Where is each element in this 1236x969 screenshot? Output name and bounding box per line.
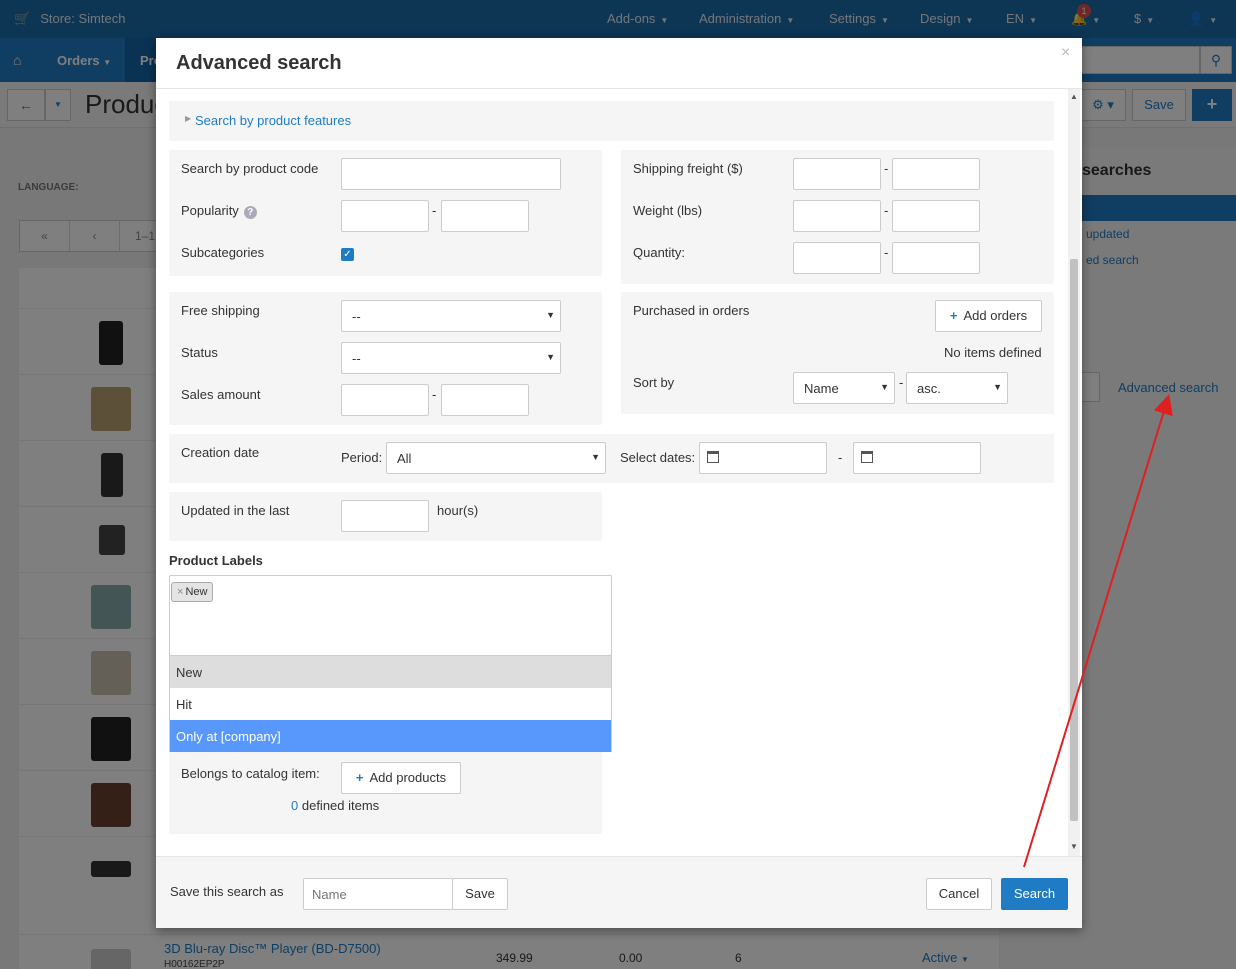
hours-label: hour(s) [437,503,479,518]
add-orders-button[interactable]: + Add orders [935,300,1042,332]
purchased-label: Purchased in orders [633,303,750,318]
modal-title: Advanced search [176,52,342,74]
quantity-label: Quantity: [633,245,686,260]
period-label: Period: [341,450,383,465]
quantity-to-input[interactable] [892,242,980,274]
search-button[interactable]: Search [1001,878,1068,910]
shipping-freight-to-input[interactable] [892,158,980,190]
dropdown-option-only-at-company[interactable]: Only at [company] [170,720,611,752]
weight-from-input[interactable] [793,200,881,232]
remove-tag-icon[interactable]: × [177,586,183,598]
range-dash: - [884,245,889,260]
range-dash: - [838,450,843,465]
plus-icon: + [355,770,364,785]
chevron-down-icon: ▼ [546,310,555,320]
help-icon[interactable]: ? [243,206,257,219]
range-dash: - [884,161,889,176]
modal-footer: Save this search as Save Cancel Search [156,856,1082,928]
weight-to-input[interactable] [892,200,980,232]
product-code-input[interactable] [341,158,561,190]
search-name-input[interactable] [303,878,453,910]
caret-right-icon: ▶ [185,114,192,123]
select-dates-label: Select dates: [620,450,696,465]
shipping-freight-from-input[interactable] [793,158,881,190]
sort-by-label: Sort by [633,375,675,390]
modal-header: Advanced search × [156,38,1082,89]
status-label: Status [181,345,218,360]
free-shipping-label: Free shipping [181,303,260,318]
save-search-label: Save this search as [170,884,284,899]
dropdown-option-hit[interactable]: Hit [170,688,611,720]
advanced-search-modal: Advanced search × ▶ Search by product fe… [156,38,1082,928]
defined-count-link[interactable]: 0 [291,798,298,813]
updated-label: Updated in the last [181,503,290,518]
add-products-button[interactable]: + Add products [341,762,461,794]
period-select[interactable]: All ▼ [386,442,606,474]
weight-label: Weight (lbs) [633,203,703,218]
range-dash: - [884,203,889,218]
popularity-to-input[interactable] [441,200,529,232]
chevron-down-icon: ▼ [591,452,600,462]
range-dash: - [432,387,437,402]
save-search-button[interactable]: Save [452,878,508,910]
modal-scrollbar[interactable]: ▲ ▼ [1068,89,1080,856]
subcategories-label: Subcategories [181,245,265,260]
chevron-down-icon: ▼ [993,382,1002,392]
scroll-thumb[interactable] [1070,259,1078,821]
belongs-label: Belongs to catalog item: [181,766,320,781]
product-code-label: Search by product code [181,161,319,176]
chevron-down-icon: ▼ [546,352,555,362]
product-labels-title: Product Labels [169,553,263,568]
sales-amount-label: Sales amount [181,387,261,402]
quantity-from-input[interactable] [793,242,881,274]
modal-body: ▶ Search by product features Search by p… [156,89,1082,856]
range-dash: - [899,375,904,390]
updated-hours-input[interactable] [341,500,429,532]
date-to-input[interactable] [853,442,981,474]
plus-icon: + [949,308,958,323]
labels-dropdown: New Hit Only at [company] [169,655,612,752]
popularity-label: Popularity? [181,203,257,219]
defined-items-text: 0 defined items [291,798,380,813]
chevron-down-icon: ▼ [880,382,889,392]
scroll-down-icon[interactable]: ▼ [1070,842,1078,851]
features-toggle-link[interactable]: Search by product features [195,113,351,128]
sales-amount-from-input[interactable] [341,384,429,416]
sort-field-select[interactable]: Name ▼ [793,372,895,404]
product-labels-multiselect[interactable]: × New [169,575,612,656]
subcategories-checkbox[interactable]: ✓ [341,248,354,261]
free-shipping-select[interactable]: -- ▼ [341,300,561,332]
calendar-icon [707,451,719,463]
dropdown-option-new[interactable]: New [170,656,611,688]
selected-tag: × New [171,582,214,602]
shipping-freight-label: Shipping freight ($) [633,161,743,176]
popularity-from-input[interactable] [341,200,429,232]
status-select[interactable]: -- ▼ [341,342,561,374]
cancel-button[interactable]: Cancel [926,878,992,910]
sales-amount-to-input[interactable] [441,384,529,416]
scroll-up-icon[interactable]: ▲ [1070,92,1078,101]
calendar-icon [861,451,873,463]
sort-direction-select[interactable]: asc. ▼ [906,372,1008,404]
features-section: ▶ Search by product features [169,101,1054,141]
range-dash: - [432,203,437,218]
no-items-text: No items defined [944,345,1042,360]
close-icon[interactable]: × [1061,44,1070,62]
date-from-input[interactable] [699,442,827,474]
creation-date-label: Creation date [181,445,260,460]
